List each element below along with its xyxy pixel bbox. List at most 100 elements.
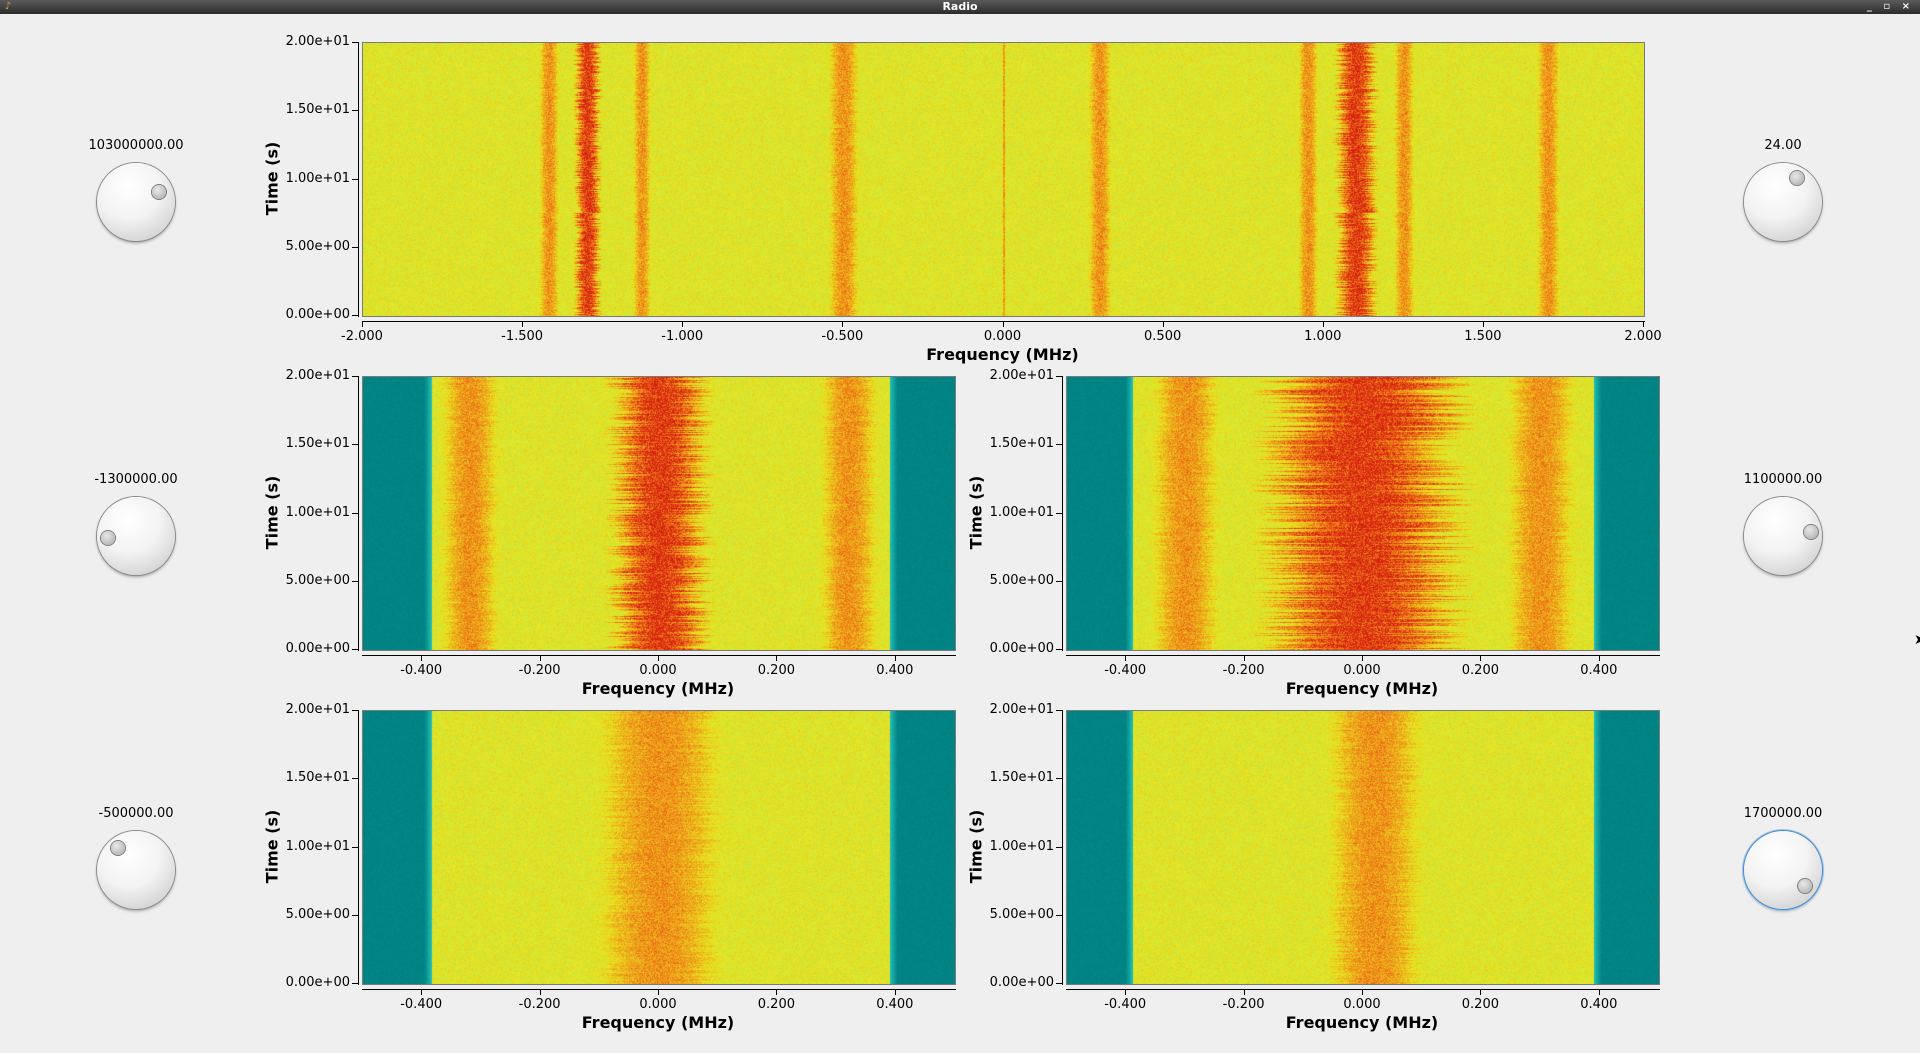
x-axis-label: Frequency (MHz) [1285,679,1439,698]
x-tick-mark [1125,655,1127,661]
waterfall-canvas[interactable] [362,710,956,985]
x-tick-mark [1362,989,1363,995]
y-axis-line [358,42,359,317]
x-tick-label: 0.400 [876,997,914,1012]
knob-indicator-icon [1804,525,1818,539]
x-axis-line [362,655,956,656]
x-tick-label: -0.200 [518,663,561,678]
x-tick-mark [658,989,659,995]
window-titlebar[interactable]: ♪ Radio _ ▫ × [0,0,1920,14]
y-tick-label: 0.00e+00 [285,641,350,656]
knob-value-offset-2: 1100000.00 [1743,472,1823,487]
y-tick-mark [352,246,358,248]
y-tick-mark [1056,710,1062,711]
x-tick-mark [1162,321,1164,327]
y-tick-mark [1056,983,1062,984]
knob-indicator-icon [1790,171,1804,185]
y-tick-mark [352,983,358,984]
offset-4-knob[interactable] [1744,831,1822,909]
center-frequency-knob[interactable] [97,163,175,241]
offset-1-knob[interactable] [97,497,175,575]
x-tick-mark [522,321,524,327]
y-tick-mark [352,778,358,780]
x-tick-mark [1243,655,1245,661]
waterfall-canvas[interactable] [1066,710,1660,985]
window-controls: _ ▫ × [1867,0,1914,14]
y-tick-mark [352,846,358,848]
x-tick-mark [682,321,684,327]
close-button[interactable]: × [1902,1,1914,12]
y-tick-label: 2.00e+01 [989,702,1054,717]
y-tick-label: 0.00e+00 [989,975,1054,990]
x-tick-mark [362,321,363,327]
x-tick-label: 1.000 [1304,329,1342,344]
x-tick-label: 0.200 [757,997,795,1012]
knob-value-gain: 24.00 [1764,138,1802,153]
offset-2-knob[interactable] [1744,497,1822,575]
x-axis-line [362,321,1645,322]
y-tick-mark [1056,376,1062,377]
knob-value-offset-3: -500000.00 [98,806,174,821]
x-tick-mark [421,655,423,661]
knob-block-center-freq: 103000000.00 [56,137,216,241]
x-tick-label: -0.400 [400,997,443,1012]
y-tick-mark [1056,512,1062,514]
spectrogram-image [363,377,955,650]
y-tick-mark [352,710,358,711]
y-tick-label: 1.50e+01 [989,436,1054,452]
y-axis-label: Time (s) [262,475,282,549]
knob-block-offset-3: -500000.00 [56,805,216,909]
waterfall-canvas[interactable] [1066,376,1660,651]
x-tick-mark [1125,989,1127,995]
spectrogram-image [363,711,955,984]
knob-indicator-icon [101,531,115,545]
knob-value-offset-4: 1700000.00 [1743,806,1823,821]
y-tick-label: 1.50e+01 [989,770,1054,786]
x-tick-mark [539,989,541,995]
x-tick-label: 0.400 [1580,997,1618,1012]
y-tick-mark [352,649,358,650]
y-tick-mark [352,512,358,514]
x-tick-label: -0.200 [518,997,561,1012]
y-axis-line [1062,376,1063,651]
gain-knob[interactable] [1744,163,1822,241]
x-tick-label: -0.400 [1104,663,1147,678]
x-axis-label: Frequency (MHz) [926,345,1079,364]
y-tick-label: 2.00e+01 [285,368,350,383]
x-tick-label: 0.400 [1580,663,1618,678]
mouse-cursor-icon: ➤ [1914,632,1920,648]
y-tick-label: 1.00e+01 [989,504,1054,520]
y-tick-label: 5.00e+00 [989,572,1054,588]
x-tick-mark [539,655,541,661]
x-tick-label: 0.200 [1461,997,1499,1012]
y-tick-mark [352,580,358,582]
y-tick-mark [1056,649,1062,650]
spectrogram-image [363,43,1644,316]
y-tick-label: 1.50e+01 [285,436,350,452]
x-tick-mark [658,655,659,661]
knob-value-offset-1: -1300000.00 [94,472,178,487]
y-tick-label: 0.00e+00 [989,641,1054,656]
y-axis-line [358,376,359,651]
x-tick-label: -0.200 [1222,997,1265,1012]
y-tick-label: 5.00e+00 [285,572,350,588]
x-tick-label: -1.000 [661,329,704,344]
spectrogram-image [1067,377,1659,650]
x-tick-label: 0.000 [1343,997,1381,1012]
maximize-button[interactable]: ▫ [1883,1,1894,12]
x-tick-label: -0.400 [1104,997,1147,1012]
x-tick-label: 0.000 [639,663,677,678]
minimize-button[interactable]: _ [1867,1,1876,12]
x-tick-label: 0.000 [983,329,1022,344]
offset-3-knob[interactable] [97,831,175,909]
knob-value-center-freq: 103000000.00 [88,138,184,153]
waterfall-canvas[interactable] [362,376,956,651]
y-axis-label: Time (s) [262,141,282,215]
knob-block-gain: 24.00 [1703,137,1863,241]
x-tick-label: -0.400 [400,663,443,678]
waterfall-canvas[interactable] [362,42,1645,317]
y-axis-line [1062,710,1063,985]
y-tick-label: 1.00e+01 [285,170,350,186]
y-tick-label: 1.00e+01 [285,838,350,854]
app-icon[interactable]: ♪ [3,1,13,13]
